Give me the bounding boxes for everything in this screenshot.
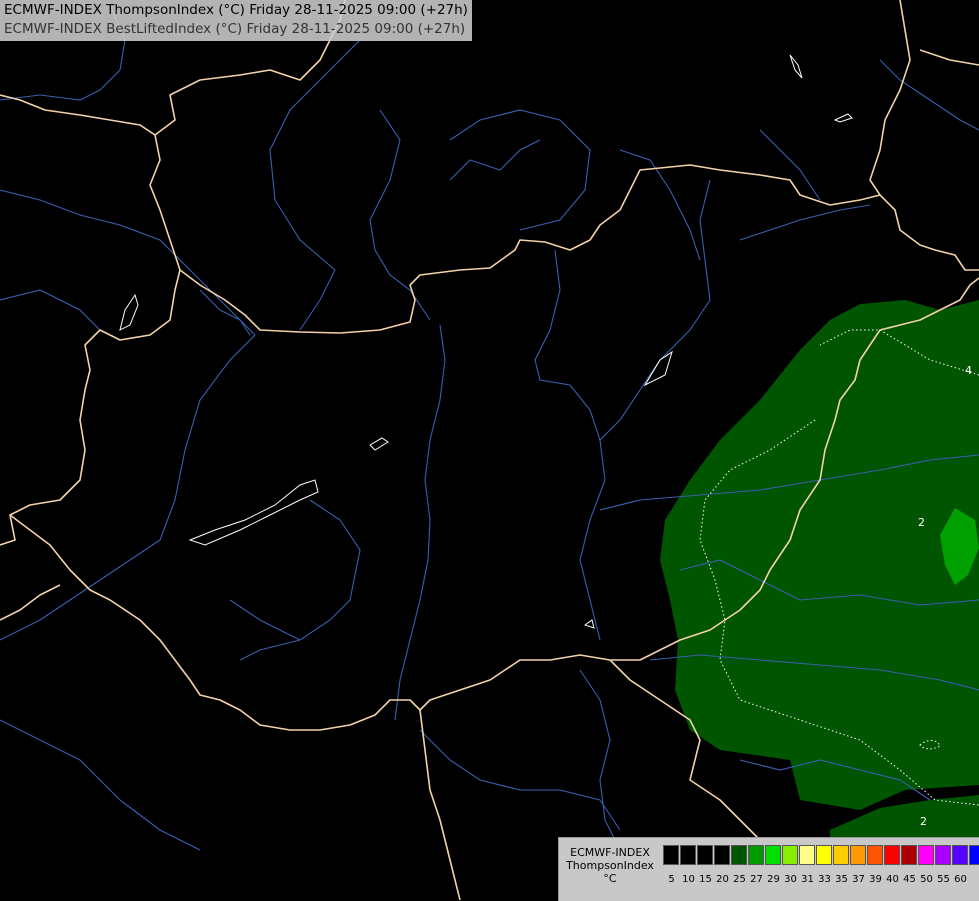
legend-tick-label: 10 [682,874,695,885]
legend-tick-label: 60 [954,874,967,885]
legend-label: ECMWF-INDEX ThompsonIndex °C [563,846,657,885]
legend-tick-label: 25 [733,874,746,885]
legend-tick-label: 20 [716,874,729,885]
legend-swatch [731,845,747,865]
legend-label-unit: °C [603,872,617,885]
legend-swatch [867,845,883,865]
legend-label-parameter: ThompsonIndex [566,859,654,872]
legend-tick-label: 30 [784,874,797,885]
legend-tick-label: 55 [937,874,950,885]
legend-tick-label: 29 [767,874,780,885]
legend-swatch [918,845,934,865]
legend-swatch [799,845,815,865]
legend-swatch [816,845,832,865]
legend-swatch [901,845,917,865]
legend-tick-label: 37 [852,874,865,885]
legend-swatch [697,845,713,865]
legend-tick-label: 39 [869,874,882,885]
legend-swatch [952,845,968,865]
legend-swatch [714,845,730,865]
legend-tick-label: 45 [903,874,916,885]
contour-label-4: 4 [965,364,972,377]
contour-label-2-south: 2 [920,815,927,828]
weather-map: 4 2 2 [0,0,979,900]
legend-swatch [833,845,849,865]
legend-tick-label: 31 [801,874,814,885]
legend-ticks: 5 10 15 20 25 27 29 30 31 33 35 37 39 40 45 50 55 60 [663,874,969,885]
legend-swatch [850,845,866,865]
legend-swatch [663,845,679,865]
legend-tick-label: 50 [920,874,933,885]
legend-swatch [782,845,798,865]
legend-tick-label: 40 [886,874,899,885]
legend-tick-label: 5 [668,874,675,885]
legend-tick-label: 27 [750,874,763,885]
map-title-best-lifted-index: ECMWF-INDEX BestLiftedIndex (°C) Friday … [4,21,466,37]
legend-swatch [680,845,696,865]
legend-label-source: ECMWF-INDEX [570,846,650,859]
contour-label-2: 2 [918,516,925,529]
legend-swatch [765,845,781,865]
map-title-box: ECMWF-INDEX ThompsonIndex (°C) Friday 28… [0,0,472,41]
legend-swatch [935,845,951,865]
color-legend: ECMWF-INDEX ThompsonIndex °C 5 10 15 20 25 27… [558,837,979,901]
legend-swatches [663,845,979,865]
legend-tick-label: 15 [699,874,712,885]
map-title-thompson-index: ECMWF-INDEX ThompsonIndex (°C) Friday 28… [4,2,468,18]
legend-tick-label: 35 [835,874,848,885]
legend-swatch [969,845,979,865]
legend-tick-label: 33 [818,874,831,885]
legend-swatch [748,845,764,865]
legend-swatch [884,845,900,865]
